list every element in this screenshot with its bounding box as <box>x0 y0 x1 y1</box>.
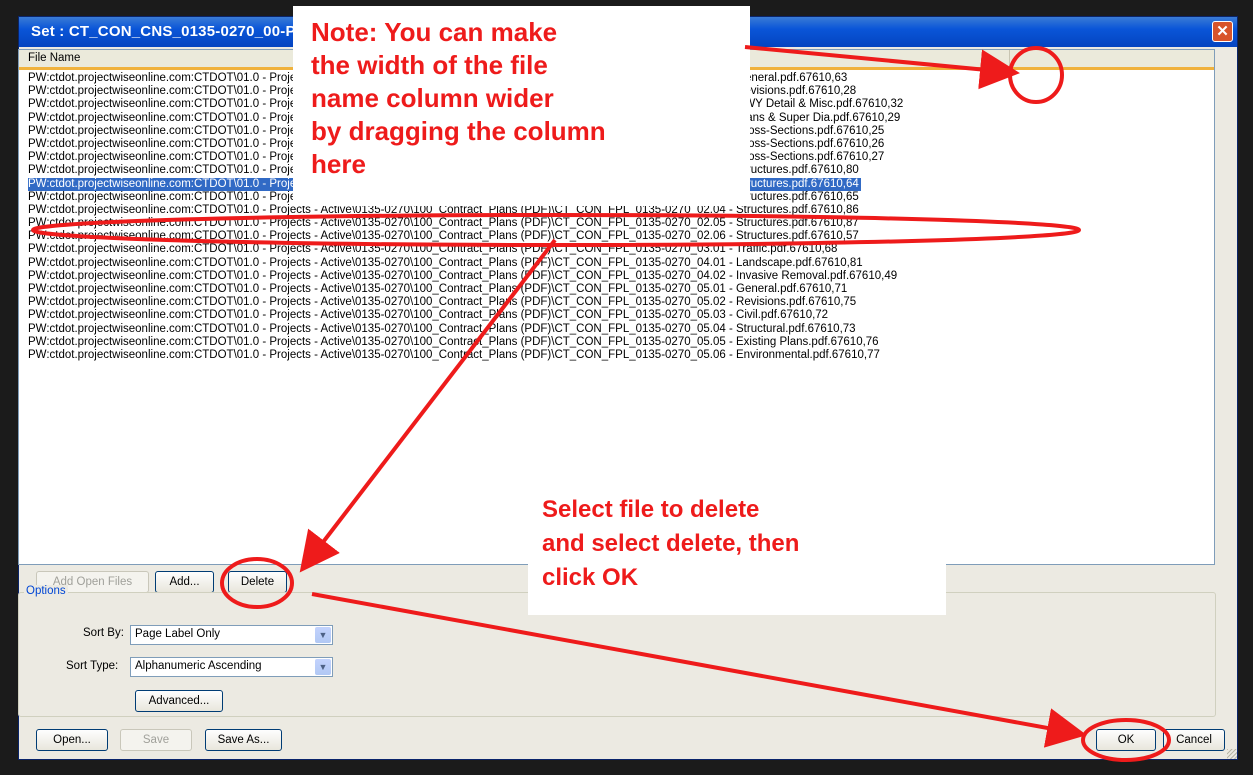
file-name-cell: PW:ctdot.projectwiseonline.com:CTDOT\01.… <box>28 296 857 309</box>
sort-by-label: Sort By: <box>83 627 124 639</box>
table-row[interactable]: PW:ctdot.projectwiseonline.com:CTDOT\01.… <box>19 217 1214 230</box>
table-row[interactable]: PW:ctdot.projectwiseonline.com:CTDOT\01.… <box>19 296 1214 309</box>
table-row[interactable]: PW:ctdot.projectwiseonline.com:CTDOT\01.… <box>19 243 1214 256</box>
sort-type-label: Sort Type: <box>66 660 119 672</box>
note-line: the width of the file <box>311 50 548 80</box>
select-line: click OK <box>542 564 639 591</box>
table-row[interactable]: PW:ctdot.projectwiseonline.com:CTDOT\01.… <box>19 323 1214 336</box>
sort-type-value: Alphanumeric Ascending <box>135 660 262 672</box>
table-row[interactable]: PW:ctdot.projectwiseonline.com:CTDOT\01.… <box>19 283 1214 296</box>
file-name-cell: PW:ctdot.projectwiseonline.com:CTDOT\01.… <box>28 230 859 243</box>
resize-grip[interactable] <box>1227 749 1237 759</box>
file-name-cell: PW:ctdot.projectwiseonline.com:CTDOT\01.… <box>28 309 829 322</box>
table-row[interactable]: PW:ctdot.projectwiseonline.com:CTDOT\01.… <box>19 336 1214 349</box>
ok-button[interactable]: OK <box>1096 729 1156 751</box>
select-line: and select delete, then <box>542 530 800 557</box>
file-name-cell: PW:ctdot.projectwiseonline.com:CTDOT\01.… <box>28 283 848 295</box>
table-row[interactable]: PW:ctdot.projectwiseonline.com:CTDOT\01.… <box>19 270 1214 283</box>
note-line: here <box>311 149 366 179</box>
delete-button[interactable]: Delete <box>228 571 287 593</box>
advanced-button[interactable]: Advanced... <box>135 690 223 712</box>
file-name-cell: PW:ctdot.projectwiseonline.com:CTDOT\01.… <box>28 335 879 348</box>
file-name-cell: PW:ctdot.projectwiseonline.com:CTDOT\01.… <box>28 269 898 282</box>
file-name-cell: PW:ctdot.projectwiseonline.com:CTDOT\01.… <box>28 243 838 256</box>
add-button[interactable]: Add... <box>155 571 214 593</box>
window-title: Set : CT_CON_CNS_0135-0270_00-Pl <box>31 23 301 40</box>
file-name-cell: PW:ctdot.projectwiseonline.com:CTDOT\01.… <box>28 348 880 361</box>
note-line: name column wider <box>311 83 554 113</box>
chevron-down-icon[interactable]: ▼ <box>315 627 331 643</box>
select-line: Select file to delete <box>542 496 760 523</box>
save-button[interactable]: Save <box>120 729 192 751</box>
table-row[interactable]: PW:ctdot.projectwiseonline.com:CTDOT\01.… <box>19 257 1214 270</box>
table-row[interactable]: PW:ctdot.projectwiseonline.com:CTDOT\01.… <box>19 230 1214 243</box>
sort-type-select[interactable]: Alphanumeric Ascending ▼ <box>130 657 333 677</box>
save-as-button[interactable]: Save As... <box>205 729 282 751</box>
sort-by-value: Page Label Only <box>135 628 221 640</box>
file-name-cell: PW:ctdot.projectwiseonline.com:CTDOT\01.… <box>28 322 856 335</box>
table-row[interactable]: PW:ctdot.projectwiseonline.com:CTDOT\01.… <box>19 309 1214 322</box>
note-line: by dragging the column <box>311 116 606 146</box>
options-group-label: Options <box>24 585 68 597</box>
chevron-down-icon[interactable]: ▼ <box>315 659 331 675</box>
select-callout: Select file to delete and select delete,… <box>528 485 946 615</box>
file-name-cell: PW:ctdot.projectwiseonline.com:CTDOT\01.… <box>28 217 859 230</box>
note-line: Note: You can make <box>311 17 558 47</box>
close-icon[interactable]: ✕ <box>1212 21 1233 42</box>
file-name-cell: PW:ctdot.projectwiseonline.com:CTDOT\01.… <box>28 256 863 269</box>
cancel-button[interactable]: Cancel <box>1163 729 1225 751</box>
column-header-label: File Name <box>28 52 81 64</box>
open-button[interactable]: Open... <box>36 729 108 751</box>
sort-by-select[interactable]: Page Label Only ▼ <box>130 625 333 645</box>
table-row[interactable]: PW:ctdot.projectwiseonline.com:CTDOT\01.… <box>19 349 1214 362</box>
note-callout: Note: You can make the width of the file… <box>293 6 750 206</box>
